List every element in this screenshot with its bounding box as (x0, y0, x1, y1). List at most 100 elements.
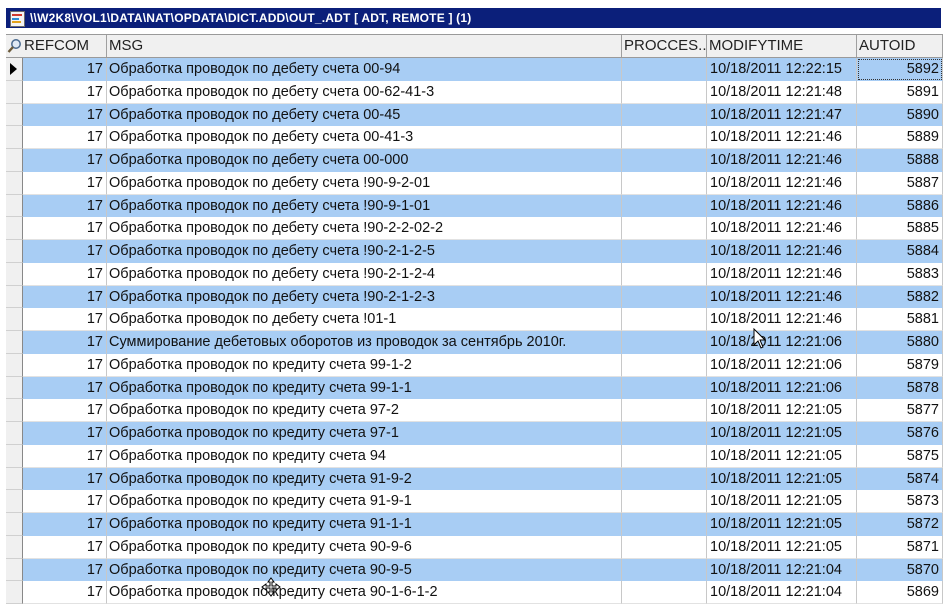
cell-modifytime[interactable]: 10/18/2011 12:21:05 (707, 444, 857, 468)
cell-modifytime[interactable]: 10/18/2011 12:21:04 (707, 558, 857, 582)
cell-autoid[interactable]: 5884 (857, 240, 943, 263)
cell-refcom[interactable]: 17 (23, 376, 107, 400)
cell-msg[interactable]: Обработка проводок по дебету счета 00-45 (107, 103, 622, 127)
cell-autoid[interactable]: 5886 (857, 194, 943, 218)
cell-msg[interactable]: Обработка проводок по дебету счета 00-94 (107, 58, 622, 81)
cell-procces[interactable] (622, 490, 707, 513)
cell-refcom[interactable]: 17 (23, 240, 107, 263)
cell-autoid[interactable]: 5891 (857, 80, 943, 104)
cell-procces[interactable] (622, 467, 707, 491)
cell-autoid[interactable]: 5870 (857, 558, 943, 582)
cell-procces[interactable] (622, 331, 707, 354)
row-indicator[interactable] (6, 444, 23, 468)
cell-msg[interactable]: Обработка проводок по дебету счета !90-2… (107, 240, 622, 263)
cell-autoid[interactable]: 5875 (857, 444, 943, 468)
cell-modifytime[interactable]: 10/18/2011 12:21:46 (707, 149, 857, 172)
cell-msg[interactable]: Обработка проводок по дебету счета !90-2… (107, 285, 622, 309)
cell-msg[interactable]: Обработка проводок по кредиту счета 91-1… (107, 513, 622, 536)
row-indicator[interactable] (6, 58, 23, 81)
cell-refcom[interactable]: 17 (23, 399, 107, 422)
row-indicator[interactable] (6, 581, 23, 604)
data-grid[interactable]: REFCOM MSG PROCCES... MODIFYTIME AUTOID … (6, 34, 943, 606)
column-header-autoid[interactable]: AUTOID (857, 35, 943, 57)
cell-procces[interactable] (622, 103, 707, 127)
cell-refcom[interactable]: 17 (23, 353, 107, 377)
column-header-refcom[interactable]: REFCOM (6, 35, 107, 57)
cell-procces[interactable] (622, 240, 707, 263)
cell-msg[interactable]: Обработка проводок по кредиту счета 90-9… (107, 558, 622, 582)
row-indicator[interactable] (6, 535, 23, 559)
cell-refcom[interactable]: 17 (23, 331, 107, 354)
row-indicator[interactable] (6, 171, 23, 195)
cell-msg[interactable]: Обработка проводок по кредиту счета 91-9… (107, 467, 622, 491)
table-row[interactable]: 17 Обработка проводок по дебету счета !90… (6, 171, 943, 195)
row-indicator[interactable] (6, 467, 23, 491)
cell-procces[interactable] (622, 581, 707, 604)
cell-autoid[interactable]: 5892 (857, 58, 943, 81)
cell-autoid[interactable]: 5885 (857, 217, 943, 240)
row-indicator[interactable] (6, 353, 23, 377)
table-row[interactable]: 17 Обработка проводок по кредиту счета 91… (6, 490, 943, 513)
cell-procces[interactable] (622, 194, 707, 218)
cell-procces[interactable] (622, 217, 707, 240)
cell-autoid[interactable]: 5882 (857, 285, 943, 309)
row-indicator[interactable] (6, 80, 23, 104)
cell-modifytime[interactable]: 10/18/2011 12:21:46 (707, 308, 857, 331)
cell-modifytime[interactable]: 10/18/2011 12:21:46 (707, 171, 857, 195)
cell-autoid[interactable]: 5869 (857, 581, 943, 604)
cell-refcom[interactable]: 17 (23, 58, 107, 81)
cell-msg[interactable]: Обработка проводок по дебету счета !90-2… (107, 217, 622, 240)
cell-autoid[interactable]: 5872 (857, 513, 943, 536)
cell-procces[interactable] (622, 444, 707, 468)
table-row[interactable]: 17 Обработка проводок по дебету счета !01… (6, 308, 943, 331)
cell-modifytime[interactable]: 10/18/2011 12:21:46 (707, 217, 857, 240)
row-indicator[interactable] (6, 149, 23, 172)
table-row[interactable]: 17 Обработка проводок по дебету счета 00-… (6, 126, 943, 149)
cell-procces[interactable] (622, 285, 707, 309)
cell-refcom[interactable]: 17 (23, 308, 107, 331)
table-row[interactable]: 17 Обработка проводок по кредиту счета 90… (6, 581, 943, 604)
cell-autoid[interactable]: 5889 (857, 126, 943, 149)
table-row[interactable]: 17 Обработка проводок по дебету счета 00-… (6, 149, 943, 172)
cell-procces[interactable] (622, 513, 707, 536)
cell-modifytime[interactable]: 10/18/2011 12:21:47 (707, 103, 857, 127)
cell-modifytime[interactable]: 10/18/2011 12:21:05 (707, 513, 857, 536)
cell-msg[interactable]: Обработка проводок по кредиту счета 90-1… (107, 581, 622, 604)
table-row[interactable]: 17 Обработка проводок по кредиту счета 94… (6, 444, 943, 468)
cell-procces[interactable] (622, 58, 707, 81)
table-row[interactable]: 17 Обработка проводок по дебету счета 00-… (6, 58, 943, 81)
cell-refcom[interactable]: 17 (23, 149, 107, 172)
cell-msg[interactable]: Обработка проводок по дебету счета !90-9… (107, 194, 622, 218)
cell-procces[interactable] (622, 171, 707, 195)
table-row[interactable]: 17 Суммирование дебетовых оборотов из про… (6, 331, 943, 354)
cell-refcom[interactable]: 17 (23, 422, 107, 445)
cell-msg[interactable]: Обработка проводок по дебету счета !01-1 (107, 308, 622, 331)
cell-refcom[interactable]: 17 (23, 513, 107, 536)
cell-msg[interactable]: Обработка проводок по дебету счета 00-62… (107, 80, 622, 104)
cell-msg[interactable]: Обработка проводок по кредиту счета 99-1… (107, 353, 622, 377)
row-indicator[interactable] (6, 331, 23, 354)
row-indicator[interactable] (6, 558, 23, 582)
table-row[interactable]: 17 Обработка проводок по дебету счета !90… (6, 285, 943, 309)
row-indicator[interactable] (6, 103, 23, 127)
table-row[interactable]: 17 Обработка проводок по дебету счета !90… (6, 240, 943, 263)
row-indicator[interactable] (6, 513, 23, 536)
table-row[interactable]: 17 Обработка проводок по дебету счета !90… (6, 217, 943, 240)
row-indicator[interactable] (6, 240, 23, 263)
table-row[interactable]: 17 Обработка проводок по дебету счета !90… (6, 194, 943, 218)
cell-procces[interactable] (622, 126, 707, 149)
cell-modifytime[interactable]: 10/18/2011 12:21:48 (707, 80, 857, 104)
table-row[interactable]: 17 Обработка проводок по дебету счета !90… (6, 262, 943, 286)
cell-refcom[interactable]: 17 (23, 262, 107, 286)
cell-modifytime[interactable]: 10/18/2011 12:21:46 (707, 194, 857, 218)
cell-msg[interactable]: Суммирование дебетовых оборотов из прово… (107, 331, 622, 354)
row-indicator[interactable] (6, 217, 23, 240)
cell-modifytime[interactable]: 10/18/2011 12:21:04 (707, 581, 857, 604)
cell-autoid[interactable]: 5876 (857, 422, 943, 445)
cell-msg[interactable]: Обработка проводок по дебету счета !90-2… (107, 262, 622, 286)
cell-refcom[interactable]: 17 (23, 103, 107, 127)
cell-procces[interactable] (622, 149, 707, 172)
cell-procces[interactable] (622, 353, 707, 377)
table-row[interactable]: 17 Обработка проводок по кредиту счета 99… (6, 376, 943, 400)
cell-autoid[interactable]: 5871 (857, 535, 943, 559)
